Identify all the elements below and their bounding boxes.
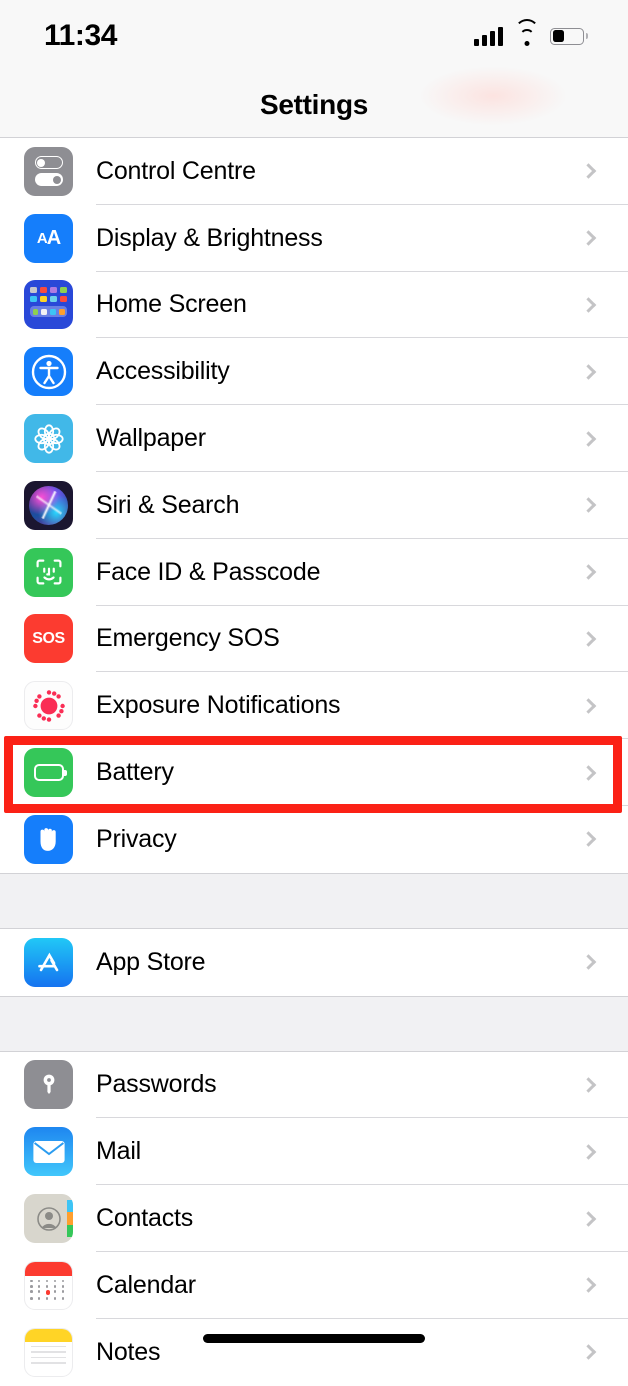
row-label: Emergency SOS <box>96 624 280 653</box>
chevron-right-icon <box>580 954 597 970</box>
status-bar-indicators <box>474 18 588 46</box>
row-label: Privacy <box>96 824 177 853</box>
passwords-icon <box>24 1060 73 1110</box>
display-icon-big-a: A <box>46 226 61 249</box>
settings-group-system: Control Centre A A Display & Brightness <box>0 138 628 873</box>
accessibility-icon <box>24 347 73 397</box>
sidebar-item-passwords[interactable]: Passwords <box>0 1051 628 1119</box>
chevron-right-icon <box>580 564 597 580</box>
row-label: Notes <box>96 1337 161 1366</box>
sidebar-item-home-screen[interactable]: Home Screen <box>0 271 628 339</box>
status-bar-clock: 11:34 <box>44 19 118 52</box>
chevron-right-icon <box>580 631 597 647</box>
row-label: Wallpaper <box>96 424 206 453</box>
control-centre-icon <box>24 146 73 196</box>
settings-group-store: App Store <box>0 928 628 996</box>
home-screen-icon <box>24 280 73 330</box>
wallpaper-icon <box>24 414 73 464</box>
sidebar-item-control-centre[interactable]: Control Centre <box>0 138 628 205</box>
display-icon-small-a: A <box>36 229 48 247</box>
row-label: Contacts <box>96 1204 194 1233</box>
emergency-sos-icon: SOS <box>24 614 73 664</box>
contacts-icon <box>24 1194 73 1244</box>
row-label: Display & Brightness <box>96 223 323 252</box>
chevron-right-icon <box>580 1277 597 1294</box>
notes-icon <box>24 1327 73 1377</box>
chevron-right-icon <box>580 1143 597 1160</box>
group-spacer <box>0 872 628 929</box>
sidebar-item-notes[interactable]: Notes <box>0 1318 628 1386</box>
row-label: Mail <box>96 1137 142 1166</box>
group-spacer <box>0 995 628 1052</box>
battery-settings-icon <box>24 748 73 798</box>
sidebar-item-wallpaper[interactable]: Wallpaper <box>0 405 628 472</box>
sidebar-item-mail[interactable]: Mail <box>0 1118 628 1186</box>
exposure-notifications-icon <box>24 681 73 731</box>
chevron-right-icon <box>580 163 597 180</box>
sidebar-item-exposure-notifications[interactable]: Exposure Notifications <box>0 672 628 740</box>
app-store-icon <box>24 937 73 987</box>
sidebar-item-emergency-sos[interactable]: SOS Emergency SOS <box>0 605 628 673</box>
contacts-tabs <box>67 1200 73 1238</box>
chevron-right-icon <box>580 697 597 714</box>
sidebar-item-contacts[interactable]: Contacts <box>0 1185 628 1252</box>
row-label: Home Screen <box>96 290 247 319</box>
chevron-right-icon <box>580 764 597 781</box>
siri-search-icon <box>24 480 73 530</box>
row-label: Siri & Search <box>96 490 240 519</box>
privacy-icon <box>24 814 73 864</box>
sos-label: SOS <box>32 629 65 647</box>
sidebar-item-display-brightness[interactable]: A A Display & Brightness <box>0 204 628 272</box>
sidebar-item-siri-search[interactable]: Siri & Search <box>0 471 628 539</box>
sidebar-item-privacy[interactable]: Privacy <box>0 805 628 873</box>
screen-glare <box>418 66 568 126</box>
sidebar-item-battery[interactable]: Battery <box>0 739 628 806</box>
row-label: Exposure Notifications <box>96 691 341 720</box>
row-label: Face ID & Passcode <box>96 557 321 586</box>
battery-icon <box>550 27 588 45</box>
face-id-icon <box>24 547 73 597</box>
chevron-right-icon <box>580 430 597 447</box>
chevron-right-icon <box>580 364 597 380</box>
row-label: App Store <box>96 947 206 976</box>
chevron-right-icon <box>580 1077 597 1093</box>
calendar-icon <box>24 1260 73 1310</box>
row-label: Battery <box>96 758 174 787</box>
sidebar-item-accessibility[interactable]: Accessibility <box>0 338 628 406</box>
chevron-right-icon <box>580 497 597 514</box>
display-brightness-icon: A A <box>24 213 73 263</box>
wifi-icon <box>514 18 539 46</box>
row-label: Accessibility <box>96 357 230 386</box>
chevron-right-icon <box>580 297 597 313</box>
sidebar-item-app-store[interactable]: App Store <box>0 928 628 996</box>
sidebar-item-calendar[interactable]: Calendar <box>0 1251 628 1319</box>
home-indicator[interactable] <box>203 1334 425 1343</box>
chevron-right-icon <box>580 1344 597 1360</box>
settings-list: Control Centre A A Display & Brightness <box>0 138 628 1386</box>
chevron-right-icon <box>580 831 597 848</box>
row-label: Calendar <box>96 1270 196 1299</box>
page-title: Settings <box>259 88 369 120</box>
cellular-signal-icon <box>474 26 503 46</box>
row-label: Passwords <box>96 1070 217 1099</box>
nav-bar: Settings <box>0 66 628 138</box>
row-label: Control Centre <box>96 156 256 185</box>
status-bar: 11:34 <box>0 0 628 72</box>
mail-icon <box>24 1127 73 1177</box>
chevron-right-icon <box>580 230 597 246</box>
sidebar-item-face-id[interactable]: Face ID & Passcode <box>0 538 628 606</box>
chevron-right-icon <box>580 1210 597 1227</box>
